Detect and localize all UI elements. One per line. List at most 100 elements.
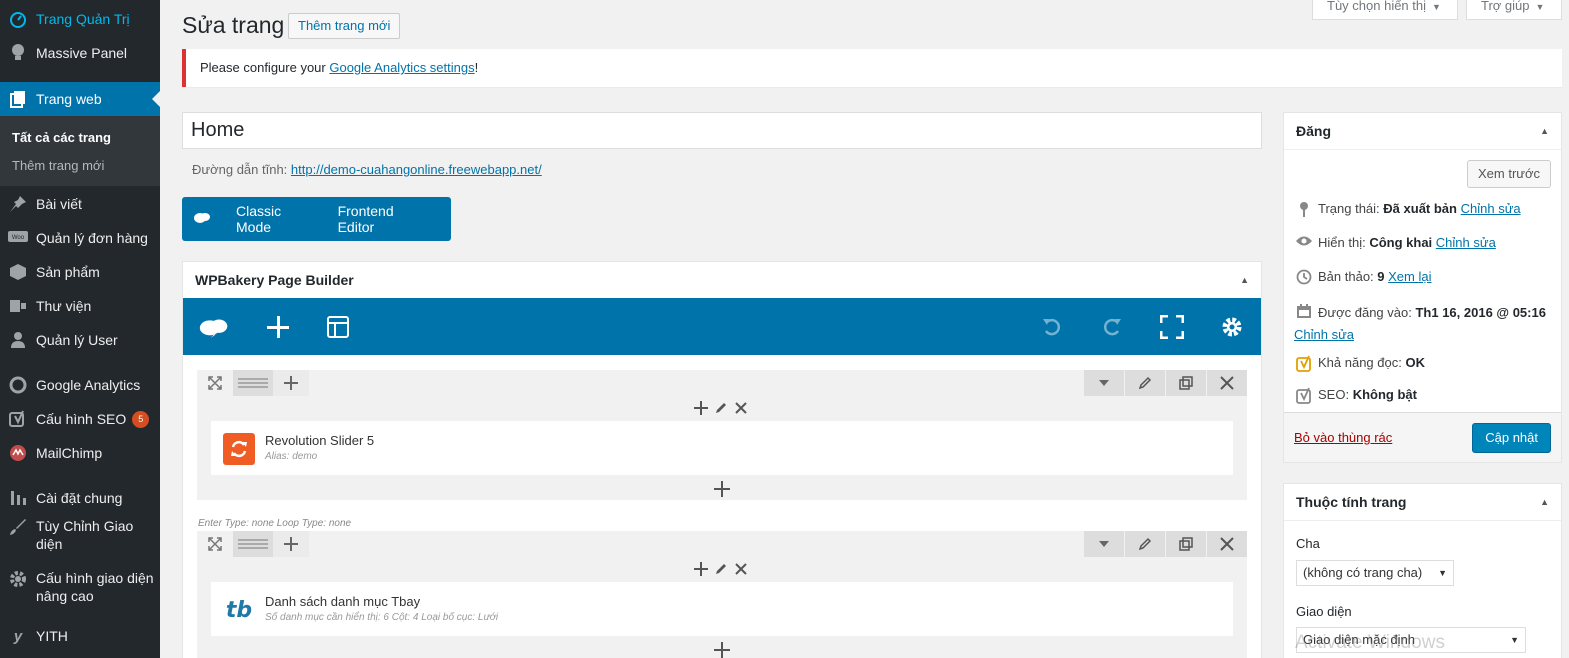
add-new-page-button[interactable]: Thêm trang mới [288, 13, 401, 39]
element-name: Danh sách danh mục Tbay [265, 594, 421, 609]
row-delete-icon[interactable] [1207, 370, 1247, 396]
analytics-settings-link[interactable]: Google Analytics settings [329, 60, 474, 75]
settings-gear-icon[interactable] [1217, 312, 1247, 342]
permalink-label: Đường dẫn tĩnh: [192, 162, 288, 177]
browse-revisions-link[interactable]: Xem lại [1388, 269, 1431, 284]
notice-suffix: ! [474, 60, 479, 75]
visibility-value: Công khai [1369, 235, 1433, 250]
screen-options-label: Tùy chọn hiển thị [1327, 0, 1427, 13]
permalink-link[interactable]: http://demo-cuahangonline.freewebapp.net… [291, 162, 542, 177]
published-label: Được đăng vào: [1318, 305, 1412, 320]
mailchimp-icon [8, 443, 28, 463]
screen-options-button[interactable]: Tùy chọn hiển thị ▼ [1312, 0, 1458, 20]
sidebar-item-label: Thư viện [36, 298, 92, 314]
user-icon [8, 330, 28, 350]
visibility-label: Hiển thị: [1318, 235, 1366, 250]
redo-icon[interactable] [1097, 312, 1127, 342]
status-value: Đã xuất bản [1383, 201, 1457, 216]
brush-icon [8, 517, 28, 537]
undo-icon[interactable] [1037, 312, 1067, 342]
row-controls-left [197, 531, 309, 557]
row-layout-icon[interactable] [197, 531, 233, 557]
sidebar-item-media[interactable]: Thư viện [0, 289, 160, 323]
move-to-trash-link[interactable]: Bỏ vào thùng rác [1294, 430, 1392, 445]
sidebar-item-pages[interactable]: Trang web [0, 82, 160, 116]
classic-mode-button[interactable]: Classic Mode [236, 203, 316, 235]
status-row: Trạng thái: Đã xuất bản Chỉnh sửa [1294, 201, 1521, 220]
row-add-column-icon[interactable] [273, 531, 309, 557]
media-icon [8, 296, 28, 316]
sidebar-item-posts[interactable]: Bài viết [0, 187, 160, 221]
sidebar-item-seo[interactable]: Cấu hình SEO 5 [0, 402, 160, 436]
edit-date-link[interactable]: Chỉnh sửa [1294, 325, 1549, 345]
row-edit-icon[interactable] [1125, 370, 1165, 396]
collapse-arrow-icon[interactable]: ▲ [1240, 262, 1249, 299]
row-delete-icon[interactable] [1207, 531, 1247, 557]
preview-button[interactable]: Xem trước [1466, 160, 1551, 188]
page-title: Sửa trang [182, 12, 285, 38]
parent-label: Cha [1296, 536, 1320, 551]
readability-row: Khả năng đọc: OK [1294, 355, 1425, 376]
row-clone-icon[interactable] [1166, 531, 1206, 557]
sidebar-item-orders[interactable]: Woo Quản lý đơn hàng [0, 221, 160, 255]
wpbakery-toolbar [183, 298, 1261, 355]
update-button[interactable]: Cập nhật [1472, 423, 1551, 453]
add-element-below-icon[interactable] [197, 641, 1247, 658]
sidebar-item-settings[interactable]: Cài đặt chung [0, 481, 160, 515]
templates-icon[interactable] [323, 312, 353, 342]
help-label: Trợ giúp [1481, 0, 1530, 13]
row-drag-handle-icon[interactable] [233, 531, 273, 557]
revisions-value: 9 [1377, 269, 1385, 284]
edit-visibility-link[interactable]: Chỉnh sửa [1436, 235, 1496, 250]
row-drag-handle-icon[interactable] [233, 370, 273, 396]
visibility-row: Hiển thị: Công khai Chỉnh sửa [1294, 235, 1496, 250]
page-attributes-title: Thuộc tính trang [1296, 494, 1407, 510]
parent-select[interactable]: (không có trang cha) ▼ [1296, 560, 1454, 586]
sidebar-item-products[interactable]: Sản phẩm [0, 255, 160, 289]
sidebar-item-customize[interactable]: Tùy Chỉnh Giao diện [0, 515, 160, 555]
element-tbay-categories[interactable]: tb Danh sách danh mục Tbay Số danh mục c… [211, 582, 1233, 636]
row-collapse-icon[interactable] [1084, 531, 1124, 557]
svg-text:Woo: Woo [12, 235, 25, 241]
collapse-arrow-icon[interactable]: ▲ [1540, 113, 1549, 150]
add-element-below-icon[interactable] [197, 480, 1247, 503]
page-attributes-header: Thuộc tính trang ▲ [1284, 484, 1561, 521]
fullscreen-icon[interactable] [1157, 312, 1187, 342]
sidebar-item-mailchimp[interactable]: MailChimp [0, 436, 160, 470]
sidebar-item-label: Cài đặt chung [36, 490, 123, 506]
notice-prefix: Please configure your [200, 60, 330, 75]
sidebar-item-advanced-theme[interactable]: Cấu hình giao diện nâng cao [0, 567, 160, 607]
row-clone-icon[interactable] [1166, 370, 1206, 396]
lightbulb-icon [8, 43, 28, 63]
column-add-edit-delete-icons[interactable] [694, 401, 750, 415]
sidebar-item-massive-panel[interactable]: Massive Panel [0, 36, 160, 70]
sidebar-item-yith[interactable]: y YITH [0, 619, 160, 653]
sidebar-item-users[interactable]: Quản lý User [0, 323, 160, 357]
row-layout-icon[interactable] [197, 370, 233, 396]
collapse-arrow-icon[interactable]: ▲ [1540, 484, 1549, 521]
post-title-input[interactable]: Home [182, 112, 1262, 149]
chevron-down-icon: ▼ [1438, 568, 1447, 578]
sidebar-item-google-analytics[interactable]: Google Analytics [0, 368, 160, 402]
sidebar-item-dashboard[interactable]: Trang Quản Trị [0, 2, 160, 36]
help-button[interactable]: Trợ giúp ▼ [1466, 0, 1562, 20]
row-collapse-icon[interactable] [1084, 370, 1124, 396]
element-description: Alias: demo [265, 451, 318, 462]
row-edit-icon[interactable] [1125, 531, 1165, 557]
column-add-edit-delete-icons[interactable] [694, 562, 750, 576]
pages-icon [8, 89, 28, 109]
submenu-all-pages[interactable]: Tất cả các trang [12, 130, 111, 145]
row-add-column-icon[interactable] [273, 370, 309, 396]
element-revolution-slider[interactable]: Revolution Slider 5 Alias: demo [211, 421, 1233, 475]
add-element-icon[interactable] [263, 312, 293, 342]
row-controls-right [1083, 370, 1247, 396]
submenu-add-new-page[interactable]: Thêm trang mới [12, 158, 104, 173]
wpbakery-logo-icon [194, 211, 210, 228]
sidebar-item-label: Massive Panel [36, 45, 128, 61]
wpbakery-logo-icon[interactable] [199, 312, 229, 342]
frontend-editor-button[interactable]: Frontend Editor [338, 203, 429, 235]
edit-status-link[interactable]: Chỉnh sửa [1461, 201, 1521, 216]
sidebar-item-label: Quản lý đơn hàng [36, 230, 148, 246]
sidebar-item-label: Google Analytics [36, 377, 141, 393]
eye-icon [1294, 235, 1314, 250]
